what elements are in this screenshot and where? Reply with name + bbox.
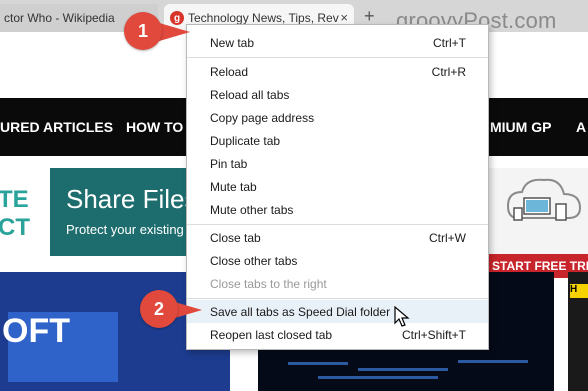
nav-item-premium[interactable]: MIUM GP: [490, 119, 551, 135]
menu-item-close-tab[interactable]: Close tab Ctrl+W: [187, 226, 488, 249]
menu-item-reopen-last-closed-tab[interactable]: Reopen last closed tab Ctrl+Shift+T: [187, 323, 488, 346]
menu-divider: [187, 298, 488, 299]
banner-panel: Share Files Protect your existing: [50, 168, 198, 256]
close-icon[interactable]: ×: [340, 10, 348, 25]
banner-subtitle: Protect your existing: [66, 222, 184, 237]
menu-item-pin-tab[interactable]: Pin tab: [187, 152, 488, 175]
nav-item-featured[interactable]: URED ARTICLES: [0, 119, 113, 135]
menu-item-copy-page-address[interactable]: Copy page address: [187, 106, 488, 129]
tab-title: Technology News, Tips, Rev: [188, 11, 339, 25]
menu-divider: [187, 224, 488, 225]
nav-item-how-to[interactable]: HOW TO: [126, 119, 183, 135]
menu-item-reload-all-tabs[interactable]: Reload all tabs: [187, 83, 488, 106]
menu-divider: [187, 57, 488, 58]
cloud-devices-icon: [506, 178, 582, 221]
nav-item-more[interactable]: A: [576, 119, 586, 135]
callout-badge-2: 2: [140, 290, 178, 328]
banner-logo: TE CT: [0, 168, 50, 256]
menu-item-mute-tab[interactable]: Mute tab: [187, 175, 488, 198]
menu-item-save-all-tabs-speed-dial[interactable]: Save all tabs as Speed Dial folder: [187, 300, 488, 323]
banner-graphic: [488, 168, 588, 256]
image-text: OFT: [2, 312, 70, 350]
menu-item-new-tab[interactable]: New tab Ctrl+T: [187, 31, 488, 54]
callout-badge-1: 1: [124, 12, 162, 50]
menu-item-close-tabs-to-right: Close tabs to the right: [210, 277, 327, 291]
arrow-cursor-icon: [394, 306, 410, 327]
menu-item-close-other-tabs[interactable]: Close other tabs: [187, 249, 488, 272]
menu-item-duplicate-tab[interactable]: Duplicate tab: [187, 129, 488, 152]
banner-title: Share Files: [66, 184, 198, 214]
tab-title: ctor Who - Wikipedia: [4, 11, 115, 25]
tab-context-menu: New tab Ctrl+T Reload Ctrl+R Reload all …: [186, 24, 489, 350]
image-badge: H: [570, 284, 588, 298]
menu-item-reload[interactable]: Reload Ctrl+R: [187, 60, 488, 83]
menu-item-mute-other-tabs[interactable]: Mute other tabs: [187, 198, 488, 221]
